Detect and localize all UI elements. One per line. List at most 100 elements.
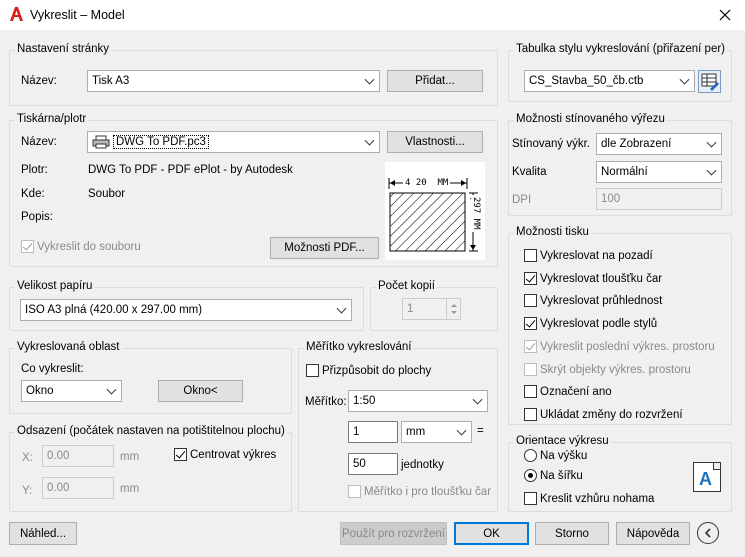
plot-scale-label: Měřítko vykreslování: [304, 341, 414, 354]
offset-x-label: X:: [22, 452, 33, 464]
preview-height-label: 297 MM: [471, 195, 481, 232]
portrait-label: Na výšku: [540, 450, 588, 462]
preview-width-label: 4 20 MM: [403, 178, 451, 188]
cancel-button[interactable]: Storno: [535, 522, 609, 545]
scale-equals-sign: =: [477, 425, 484, 437]
shade-plot-label: Stínovaný výkr.: [512, 138, 590, 150]
copies-label: Počet kopií: [376, 280, 437, 293]
paper-size-value: ISO A3 plná (420.00 x 297.00 mm): [25, 304, 203, 316]
printer-name-value: DWG To PDF.pc3: [113, 135, 209, 149]
plotter-label: Plotr:: [21, 164, 48, 176]
plot-option-checkbox[interactable]: [524, 408, 537, 421]
plot-option-checkbox[interactable]: [524, 249, 537, 262]
plot-option-checkbox[interactable]: [524, 340, 537, 353]
printer-name-select[interactable]: DWG To PDF.pc3: [87, 131, 380, 153]
chevron-left-icon: [704, 528, 711, 538]
description-label: Popis:: [21, 211, 53, 223]
dpi-label: DPI: [512, 194, 532, 206]
plot-what-value: Okno: [26, 385, 54, 397]
orientation-letter-icon: A: [699, 469, 712, 489]
scale-value1-input[interactable]: 1: [348, 421, 398, 443]
offset-y-unit: mm: [120, 483, 140, 495]
plot-option-label: Vykreslovat tloušťku čar: [540, 273, 663, 285]
plot-option-checkbox[interactable]: [524, 385, 537, 398]
orientation-preview-icon: A: [693, 462, 721, 492]
offset-y-value: 0.00: [47, 482, 70, 494]
plot-offset-label: Odsazení (počátek nastaven na potištitel…: [15, 425, 287, 438]
landscape-label: Na šířku: [540, 470, 583, 482]
where-label: Kde:: [21, 188, 45, 200]
ok-button[interactable]: OK: [454, 522, 529, 545]
plot-option-checkbox[interactable]: [524, 363, 537, 376]
edit-plot-style-button[interactable]: [698, 70, 721, 93]
plot-to-file-label: Vykreslit do souboru: [37, 241, 141, 253]
scale-value: 1:50: [353, 395, 376, 407]
portrait-radio[interactable]: [524, 449, 537, 462]
plot-options-label: Možnosti tisku: [514, 226, 591, 239]
printer-properties-button[interactable]: Vlastnosti...: [387, 131, 483, 153]
chevron-down-icon: [106, 384, 117, 395]
orientation-label: Orientace výkresu: [514, 435, 611, 448]
page-setup-label: Nastavení stránky: [15, 43, 112, 56]
plot-style-table-select[interactable]: CS_Stavba_50_čb.ctb: [524, 70, 695, 92]
close-button[interactable]: [705, 0, 745, 30]
chevron-down-icon: [364, 74, 375, 85]
preview-button[interactable]: Náhled...: [9, 522, 77, 545]
chevron-down-icon: [456, 425, 467, 436]
pdf-options-button[interactable]: Možnosti PDF...: [270, 237, 379, 259]
plot-option-label: Vykreslovat průhlednost: [540, 295, 663, 307]
landscape-radio[interactable]: [524, 469, 537, 482]
spinner-arrows-icon: [451, 304, 457, 314]
fit-to-paper-label: Přizpůsobit do plochy: [322, 365, 432, 377]
window-select-button[interactable]: Okno<: [158, 380, 243, 402]
close-icon: [719, 9, 731, 21]
apply-to-layout-button[interactable]: Použít pro rozvržení: [340, 522, 447, 545]
printer-icon: [92, 135, 110, 149]
offset-x-value: 0.00: [47, 450, 70, 462]
paper-preview: 4 20 MM 297 MM: [385, 162, 485, 260]
window-title: Vykreslit – Model: [30, 8, 125, 22]
plot-option-label: Vykreslit poslední výkres. prostoru: [540, 341, 715, 353]
plot-option-checkbox[interactable]: [524, 317, 537, 330]
plot-option-checkbox[interactable]: [524, 272, 537, 285]
quality-select[interactable]: Normální: [596, 161, 722, 183]
chevron-down-icon: [706, 137, 717, 148]
plot-what-select[interactable]: Okno: [21, 380, 122, 402]
offset-x-input[interactable]: 0.00: [42, 445, 114, 467]
paper-size-select[interactable]: ISO A3 plná (420.00 x 297.00 mm): [20, 299, 352, 321]
scale-value2-input[interactable]: 50: [348, 453, 398, 475]
dpi-input[interactable]: 100: [596, 188, 722, 210]
plot-area-label: Vykreslovaná oblast: [15, 341, 122, 354]
center-plot-label: Centrovat výkres: [190, 449, 277, 461]
center-plot-checkbox[interactable]: [174, 448, 187, 461]
table-edit-icon: [701, 73, 719, 91]
printer-name-label: Název:: [21, 136, 57, 148]
help-button[interactable]: Nápověda: [616, 522, 690, 545]
printer-label: Tiskárna/plotr: [15, 113, 89, 126]
plot-style-table-label: Tabulka stylu vykreslování (přiřazení pe…: [514, 43, 727, 56]
fit-to-paper-checkbox[interactable]: [306, 364, 319, 377]
shade-plot-select[interactable]: dle Zobrazení: [596, 133, 722, 155]
title-bar: Vykreslit – Model: [0, 0, 745, 30]
shaded-viewport-label: Možnosti stínovaného výřezu: [514, 113, 667, 126]
page-setup-name-select[interactable]: Tisk A3: [87, 70, 380, 92]
plot-option-label: Ukládat změny do rozvržení: [540, 409, 683, 421]
plot-option-checkbox[interactable]: [524, 294, 537, 307]
scale-unit-select[interactable]: mm: [401, 421, 472, 443]
add-page-setup-button[interactable]: Přidat...: [387, 70, 483, 92]
upside-down-checkbox[interactable]: [524, 492, 537, 505]
chevron-down-icon: [364, 135, 375, 146]
quality-label: Kvalita: [512, 166, 547, 178]
autocad-logo-icon: [10, 7, 23, 21]
plot-to-file-checkbox[interactable]: [21, 240, 34, 253]
collapse-button[interactable]: [697, 522, 719, 544]
scale-units-label: jednotky: [401, 459, 444, 471]
scale-select[interactable]: 1:50: [348, 390, 488, 412]
plot-option-label: Označení ano: [540, 386, 612, 398]
scale-lineweights-checkbox[interactable]: [348, 485, 361, 498]
copies-spinner[interactable]: [446, 299, 460, 319]
offset-y-input[interactable]: 0.00: [42, 477, 114, 499]
copies-value: 1: [407, 303, 414, 315]
shade-plot-value: dle Zobrazení: [601, 138, 672, 150]
chevron-down-icon: [706, 165, 717, 176]
